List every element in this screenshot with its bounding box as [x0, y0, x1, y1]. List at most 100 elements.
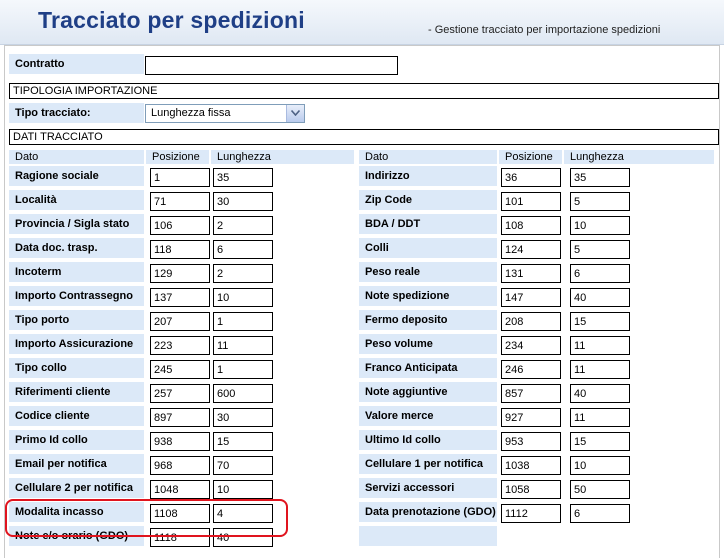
posizione-input[interactable] [501, 264, 561, 283]
posizione-input[interactable] [150, 216, 210, 235]
posizione-input[interactable] [501, 360, 561, 379]
field-label: Primo Id collo [9, 430, 144, 450]
posizione-input[interactable] [501, 168, 561, 187]
posizione-input[interactable] [501, 216, 561, 235]
posizione-input[interactable] [150, 312, 210, 331]
lunghezza-input[interactable] [213, 168, 273, 187]
posizione-input[interactable] [501, 480, 561, 499]
contract-field[interactable] [145, 56, 398, 75]
field-label: Servizi accessori [359, 478, 497, 498]
lunghezza-input[interactable] [213, 312, 273, 331]
page-subtitle: - Gestione tracciato per importazione sp… [428, 24, 661, 36]
lunghezza-input[interactable] [570, 264, 630, 283]
posizione-input[interactable] [501, 504, 561, 523]
posizione-input[interactable] [150, 240, 210, 259]
posizione-input[interactable] [150, 192, 210, 211]
field-label: Valore merce [359, 406, 497, 426]
lunghezza-input[interactable] [570, 408, 630, 427]
field-label: Tipo collo [9, 358, 144, 378]
posizione-input[interactable] [501, 192, 561, 211]
lunghezza-input[interactable] [213, 288, 273, 307]
posizione-input[interactable] [150, 456, 210, 475]
section-dati-tracciato: DATI TRACCIATO [9, 129, 719, 145]
field-label: Data doc. trasp. [9, 238, 144, 258]
tipo-tracciato-label: Tipo tracciato: [9, 103, 144, 123]
lunghezza-input[interactable] [213, 192, 273, 211]
lunghezza-input[interactable] [570, 192, 630, 211]
field-label: Franco Anticipata [359, 358, 497, 378]
lunghezza-input[interactable] [570, 216, 630, 235]
lunghezza-input[interactable] [213, 480, 273, 499]
field-label: Fermo deposito [359, 310, 497, 330]
col-header-lunghezza-left: Lunghezza [211, 150, 354, 164]
chevron-down-icon[interactable] [286, 105, 304, 122]
col-header-posizione-left: Posizione [146, 150, 209, 164]
posizione-input[interactable] [150, 264, 210, 283]
lunghezza-input[interactable] [213, 408, 273, 427]
lunghezza-input[interactable] [213, 384, 273, 403]
field-label: Località [9, 190, 144, 210]
lunghezza-input[interactable] [570, 432, 630, 451]
posizione-input[interactable] [501, 240, 561, 259]
lunghezza-input[interactable] [213, 432, 273, 451]
lunghezza-input[interactable] [213, 456, 273, 475]
posizione-input[interactable] [501, 456, 561, 475]
lunghezza-input[interactable] [570, 312, 630, 331]
field-label: Data prenotazione (GDO) [359, 502, 497, 522]
lunghezza-input[interactable] [570, 360, 630, 379]
lunghezza-input[interactable] [570, 456, 630, 475]
col-header-lunghezza-right: Lunghezza [564, 150, 714, 164]
lunghezza-input[interactable] [213, 264, 273, 283]
field-label: Note aggiuntive [359, 382, 497, 402]
posizione-input[interactable] [501, 312, 561, 331]
field-label: Cellulare 1 per notifica [359, 454, 497, 474]
field-label: BDA / DDT [359, 214, 497, 234]
lunghezza-input[interactable] [570, 288, 630, 307]
posizione-input[interactable] [150, 336, 210, 355]
lunghezza-input[interactable] [570, 384, 630, 403]
field-label: Riferimenti cliente [9, 382, 144, 402]
field-label: Provincia / Sigla stato [9, 214, 144, 234]
posizione-input[interactable] [501, 288, 561, 307]
field-label: Peso volume [359, 334, 497, 354]
lunghezza-input[interactable] [570, 504, 630, 523]
tipo-tracciato-select[interactable]: Lunghezza fissa [145, 104, 305, 123]
lunghezza-input[interactable] [570, 480, 630, 499]
posizione-input[interactable] [501, 432, 561, 451]
page-title: Tracciato per spedizioni [38, 7, 305, 33]
posizione-input[interactable] [501, 336, 561, 355]
tipo-tracciato-value: Lunghezza fissa [151, 107, 231, 119]
page-header: Tracciato per spedizioni - Gestione trac… [0, 0, 724, 45]
field-label [359, 526, 497, 546]
lunghezza-input[interactable] [570, 240, 630, 259]
highlight-annotation [5, 499, 288, 537]
lunghezza-input[interactable] [213, 240, 273, 259]
lunghezza-input[interactable] [213, 336, 273, 355]
lunghezza-input[interactable] [213, 360, 273, 379]
field-label: Ragione sociale [9, 166, 144, 186]
posizione-input[interactable] [150, 288, 210, 307]
posizione-input[interactable] [150, 168, 210, 187]
col-header-dato-right: Dato [359, 150, 497, 164]
lunghezza-input[interactable] [570, 168, 630, 187]
form-panel: Contratto TIPOLOGIA IMPORTAZIONE Tipo tr… [4, 45, 720, 558]
posizione-input[interactable] [150, 408, 210, 427]
posizione-input[interactable] [150, 480, 210, 499]
posizione-input[interactable] [501, 408, 561, 427]
col-header-posizione-right: Posizione [499, 150, 562, 164]
field-label: Peso reale [359, 262, 497, 282]
field-label: Importo Contrassegno [9, 286, 144, 306]
posizione-input[interactable] [150, 432, 210, 451]
posizione-input[interactable] [150, 360, 210, 379]
field-label: Importo Assicurazione [9, 334, 144, 354]
lunghezza-input[interactable] [570, 336, 630, 355]
field-label: Zip Code [359, 190, 497, 210]
field-label: Ultimo Id collo [359, 430, 497, 450]
posizione-input[interactable] [501, 384, 561, 403]
section-tipologia-importazione: TIPOLOGIA IMPORTAZIONE [9, 83, 719, 99]
posizione-input[interactable] [150, 384, 210, 403]
field-label: Note spedizione [359, 286, 497, 306]
lunghezza-input[interactable] [213, 216, 273, 235]
field-label: Tipo porto [9, 310, 144, 330]
field-label: Indirizzo [359, 166, 497, 186]
